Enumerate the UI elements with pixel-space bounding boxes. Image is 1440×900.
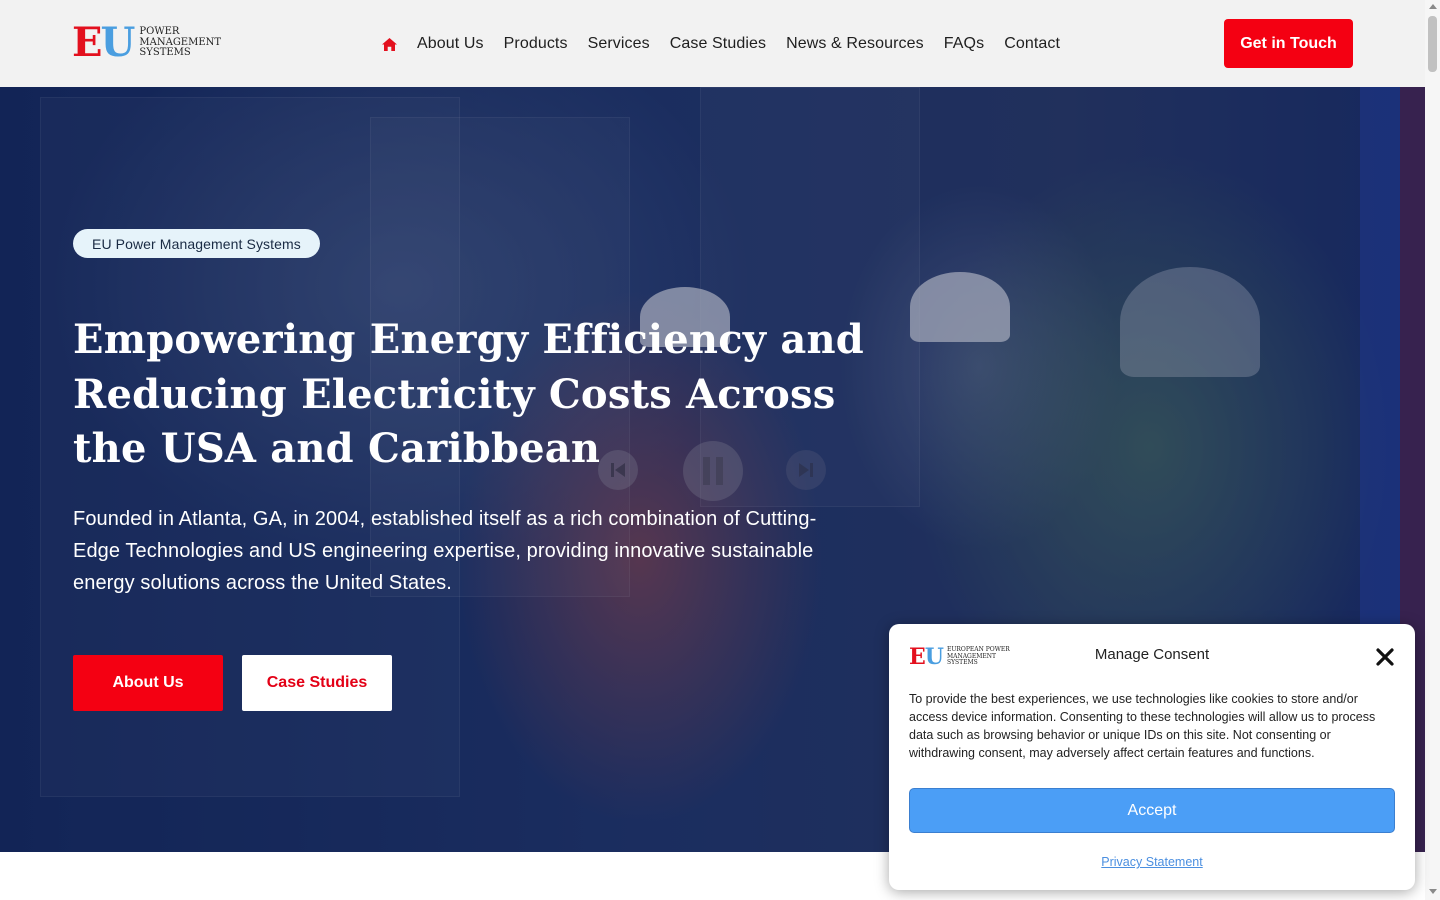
hero-badge: EU Power Management Systems — [73, 229, 320, 258]
consent-logo-line-3: SYSTEMS — [946, 659, 978, 667]
scroll-thumb[interactable] — [1428, 16, 1437, 72]
privacy-statement-link[interactable]: Privacy Statement — [889, 855, 1415, 869]
consent-logo-mark-u: U — [924, 644, 944, 670]
nav-about-us[interactable]: About Us — [417, 35, 484, 53]
page-scrollbar[interactable] — [1425, 0, 1440, 900]
previous-icon[interactable] — [598, 450, 638, 490]
accept-button[interactable]: Accept — [909, 788, 1395, 833]
consent-logo-text: EUROPEAN POWER MANAGEMENT SYSTEMS — [947, 647, 1010, 667]
close-icon[interactable] — [1374, 646, 1396, 668]
site-logo[interactable]: E U POWER MANAGEMENT SYSTEMS — [72, 19, 221, 66]
nav-faqs[interactable]: FAQs — [944, 35, 984, 53]
site-header: E U POWER MANAGEMENT SYSTEMS About Us Pr… — [0, 0, 1425, 87]
consent-logo-mark-e: E — [909, 644, 926, 670]
nav-news-resources[interactable]: News & Resources — [786, 35, 924, 53]
hero-title: Empowering Energy Efficiency and Reducin… — [73, 316, 864, 472]
logo-text: POWER MANAGEMENT SYSTEMS — [139, 27, 221, 59]
consent-dialog: Manage Consent E U EUROPEAN POWER MANAGE… — [889, 624, 1415, 890]
consent-logo: E U EUROPEAN POWER MANAGEMENT SYSTEMS — [909, 646, 1010, 668]
nav-case-studies[interactable]: Case Studies — [670, 35, 766, 53]
home-icon[interactable] — [382, 37, 398, 51]
get-in-touch-button[interactable]: Get in Touch — [1224, 19, 1353, 68]
about-us-button[interactable]: About Us — [73, 655, 223, 711]
scroll-up-arrow-icon[interactable] — [1429, 4, 1437, 9]
hero-subtitle: Founded in Atlanta, GA, in 2004, establi… — [73, 508, 817, 594]
logo-mark-u: U — [100, 19, 136, 66]
next-icon[interactable] — [786, 450, 826, 490]
case-studies-button[interactable]: Case Studies — [242, 655, 392, 711]
pause-icon[interactable] — [683, 441, 743, 501]
nav-contact[interactable]: Contact — [1004, 35, 1060, 53]
nav-products[interactable]: Products — [504, 35, 568, 53]
main-nav: About Us Products Services Case Studies … — [382, 31, 1080, 57]
logo-mark-e: E — [72, 19, 102, 66]
nav-services[interactable]: Services — [588, 35, 650, 53]
consent-body-text: To provide the best experiences, we use … — [909, 692, 1376, 760]
scroll-down-arrow-icon[interactable] — [1429, 889, 1437, 894]
logo-line-3: SYSTEMS — [139, 47, 191, 59]
